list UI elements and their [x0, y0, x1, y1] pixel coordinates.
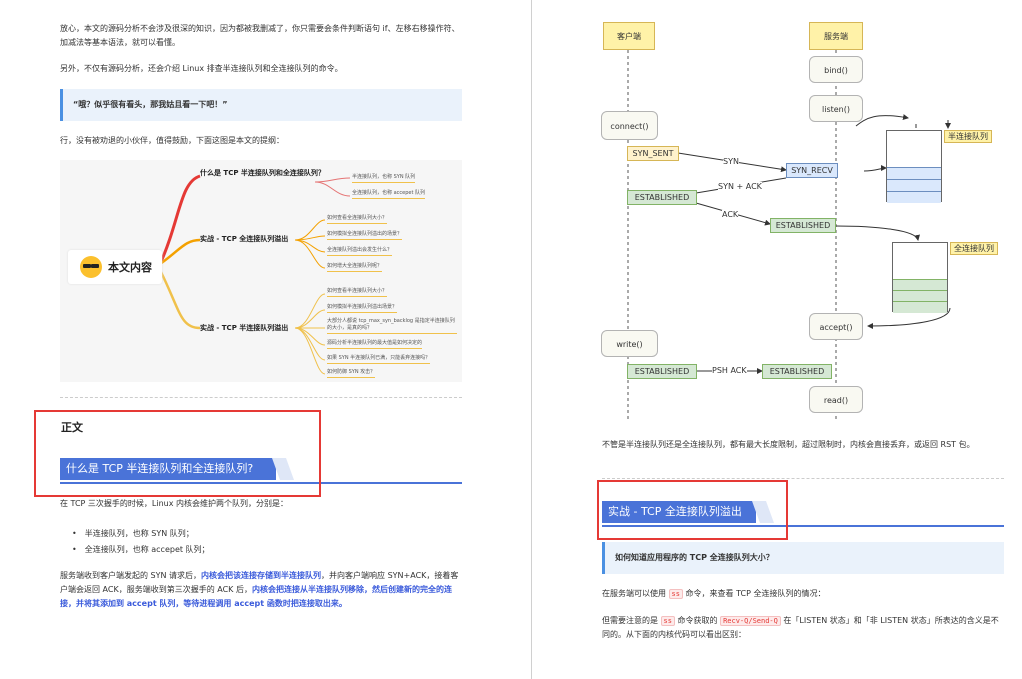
read-established-state: ESTABLISHED [762, 364, 832, 379]
mindmap-leaf: 如何模拟全连接队列溢出的场景？ [327, 231, 403, 240]
intro-paragraph-1: 放心，本文的源码分析不会涉及很深的知识，因为都被我删减了，你只需要会条件判断语句… [60, 24, 460, 47]
write-call: write() [601, 330, 658, 357]
ack-label: ACK [722, 210, 739, 219]
listen-call: listen() [809, 95, 863, 122]
syn-sent-state: SYN_SENT [627, 146, 679, 161]
mindmap-leaf: 如何查看半连接队列大小？ [327, 288, 388, 297]
paragraph-text: 服务端收到客户端发起的 SYN 请求后， [60, 571, 202, 580]
highlight-frame [597, 480, 788, 540]
section-divider [602, 478, 1004, 479]
mindmap-branch-3: 实战 - TCP 半连接队列溢出 [200, 324, 289, 332]
list-item: 半连接队列，也称 SYN 队列； [72, 526, 210, 542]
syn-ack-label: SYN + ACK [718, 182, 762, 191]
section-divider [60, 397, 462, 398]
mindmap-leaf: 大部分人都说 tcp_max_syn_backlog 是指定半连接队列的大小，是… [327, 318, 457, 334]
inline-code: ss [668, 589, 683, 599]
outline-mindmap: 本文内容 什么是 TCP 半连接队列和全连接队列？ 半连接队列，也称 SYN 队… [60, 160, 462, 382]
quote-block: “哦？似乎很有看头，那我姑且看一下吧！” [60, 89, 462, 121]
paragraph-text: 命令获取的 [677, 616, 718, 625]
syn-label: SYN [723, 157, 739, 166]
mindmap-center-node: 本文内容 [68, 250, 162, 284]
body-paragraph-limits: 不管是半连接队列还是全连接队列，都有最大长度限制，超过限制时，内核会直接丢弃，或… [602, 440, 975, 449]
paragraph-text: 在服务端可以使用 [602, 589, 666, 598]
paragraph-text: 命令，来查看 TCP 全连接队列的情况： [685, 589, 826, 598]
mindmap-leaf: 全连接队列，也称 accepet 队列 [352, 190, 426, 199]
mindmap-leaf: 如何查看全连接队列大小？ [327, 215, 388, 224]
mindmap-center-label: 本文内容 [108, 261, 152, 274]
sunglasses-emoji-icon [80, 256, 102, 278]
server-established-state: ESTABLISHED [770, 218, 836, 233]
mindmap-leaf: 如何模拟半连接队列溢出场景？ [327, 304, 398, 313]
mindmap-leaf: 如果 SYN 半连接队列已满，只能丢弃连接吗？ [327, 355, 431, 364]
quote-text: “哦？似乎很有看头，那我姑且看一下吧！” [73, 100, 228, 109]
connect-call: connect() [601, 111, 658, 140]
half-queue-box [886, 130, 942, 203]
quote-text: 如何知道应用程序的 TCP 全连接队列大小？ [615, 553, 774, 562]
mindmap-leaf: 源码分析半连接队列的最大值是如何决定的 [327, 340, 423, 349]
full-queue-label: 全连接队列 [950, 242, 998, 255]
client-header: 客户端 [603, 22, 655, 50]
body-paragraph-2: 服务端收到客户端发起的 SYN 请求后，内核会把该连接存储到半连接队列，并向客户… [60, 569, 460, 611]
left-page: 放心，本文的源码分析不会涉及很深的知识，因为都被我删减了，你只需要会条件判断语句… [0, 0, 520, 679]
bind-call: bind() [809, 56, 863, 83]
paragraph-text: 但需要注意的是 [602, 616, 658, 625]
client-established-state: ESTABLISHED [627, 190, 697, 205]
right-page: 客户端 服务端 bind() listen() connect() SYN_SE… [536, 0, 1022, 679]
intro-paragraph-2: 另外，不仅有源码分析，还会介绍 Linux 排查半连接队列和全连接队列的命令。 [60, 64, 343, 73]
mindmap-branch-1: 什么是 TCP 半连接队列和全连接队列？ [200, 169, 325, 177]
mindmap-leaf: 半连接队列，也称 SYN 队列 [352, 174, 416, 183]
syn-recv-state: SYN_RECV [786, 163, 838, 178]
list-item: 全连接队列，也称 accepet 队列； [72, 542, 210, 558]
half-queue-label: 半连接队列 [944, 130, 992, 143]
page-gutter [520, 0, 536, 679]
body-paragraph-recvq: 但需要注意的是 ss 命令获取的 Recv-Q/Send-Q 在「LISTEN … [602, 614, 1002, 642]
highlight-text: 内核会把该连接存储到半连接队列 [201, 571, 322, 580]
mindmap-leaf: 如何防御 SYN 攻击？ [327, 369, 376, 378]
highlight-frame [34, 410, 321, 497]
queue-bullet-list: 半连接队列，也称 SYN 队列； 全连接队列，也称 accepet 队列； [72, 526, 210, 558]
inline-code: ss [660, 616, 675, 626]
read-call: read() [809, 386, 863, 413]
full-queue-box [892, 242, 948, 313]
mindmap-leaf: 全连接队列溢出会发生什么？ [327, 247, 393, 256]
quote-block: 如何知道应用程序的 TCP 全连接队列大小？ [602, 542, 1004, 574]
body-paragraph-ss: 在服务端可以使用 ss 命令，来查看 TCP 全连接队列的情况： [602, 587, 1002, 601]
body-paragraph-1: 在 TCP 三次握手的时候，Linux 内核会维护两个队列，分别是： [60, 499, 289, 508]
inline-code: Recv-Q/Send-Q [720, 616, 781, 626]
mindmap-branch-2: 实战 - TCP 全连接队列溢出 [200, 235, 289, 243]
server-header: 服务端 [809, 22, 863, 50]
accept-call: accept() [809, 313, 863, 340]
psh-ack-label: PSH ACK [712, 366, 747, 375]
write-established-state: ESTABLISHED [627, 364, 697, 379]
intro-paragraph-3: 行，没有被劝退的小伙伴，值得鼓励，下面这图是本文的提纲： [60, 136, 284, 145]
mindmap-leaf: 如何增大全连接队列呢？ [327, 263, 383, 272]
